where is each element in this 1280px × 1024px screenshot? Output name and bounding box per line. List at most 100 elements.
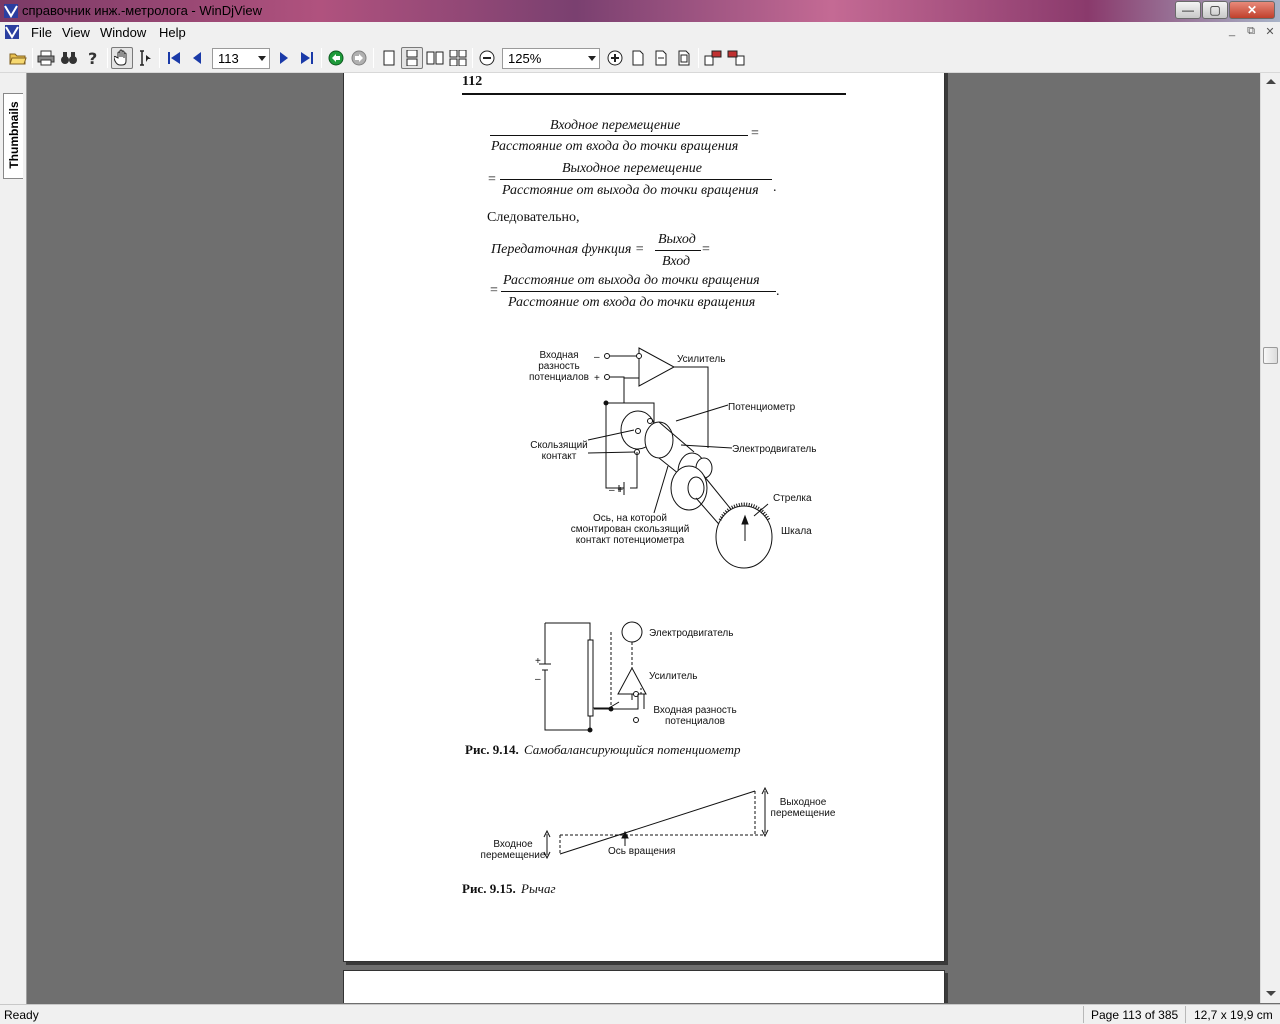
single-page-icon [383,50,395,66]
continuous-facing-button[interactable] [447,47,469,69]
status-page: Page 113 of 385 [1091,1008,1179,1022]
caption-text: Рычаг [521,881,556,896]
label-battery-plus: + [535,656,541,667]
document-icon[interactable] [4,24,20,40]
find-button[interactable] [58,47,80,69]
minimize-button[interactable]: — [1175,1,1201,19]
print-button[interactable] [35,47,57,69]
status-text: Ready [4,1008,39,1022]
label-potentiometer: Потенциометр [728,402,796,413]
toolbar: ? 113 125% [0,42,1280,73]
continuous-facing-icon [449,50,467,66]
menu-file[interactable]: File [31,25,52,40]
last-page-button[interactable] [296,47,318,69]
label-output-displacement: Выходное перемещение [770,797,836,819]
window-title: справочник инж.-метролога - WinDjView [22,3,262,18]
label-battery: – + [609,485,624,496]
menu-view[interactable]: View [62,25,90,40]
label-battery-minus: – [535,674,541,685]
first-page-button[interactable] [163,47,185,69]
label-motor: Электродвигатель [732,444,817,455]
toolbar-separator [159,48,160,68]
label-scale: Шкала [781,526,812,537]
thumbnails-tab-label: Thumbnails [7,101,21,169]
rotate-left-icon [704,50,722,66]
last-page-icon [301,52,313,64]
caption-number: Рис. 9.14. [465,742,519,757]
zoom-out-button[interactable] [476,47,498,69]
rotate-right-button[interactable] [725,47,747,69]
caption-text: Самобалансирующийся потенциометр [524,742,741,757]
hand-tool-button[interactable] [111,47,133,69]
chevron-down-icon [588,56,596,61]
previous-page-icon [193,52,201,64]
hand-icon [114,49,127,66]
toolbar-separator [698,48,699,68]
fit-width-button[interactable] [650,47,672,69]
question-mark-icon: ? [88,49,97,67]
help-button[interactable]: ? [82,47,104,69]
label-input-displacement: Входное перемещение [480,839,546,861]
zoom-combo[interactable]: 125% [502,48,600,69]
menu-help[interactable]: Help [159,25,186,40]
actual-size-button[interactable] [627,47,649,69]
close-button[interactable]: ✕ [1229,1,1275,19]
mdi-minimize-button[interactable]: _ [1224,25,1240,39]
status-divider [1083,1006,1084,1023]
open-folder-icon [9,53,27,65]
next-document-page [343,970,945,1003]
scroll-up-arrow-icon[interactable] [1266,79,1276,84]
label-input-potential-difference: Входная разность потенциалов [528,350,589,383]
zoom-in-icon [607,50,623,66]
label-minus: – [594,352,600,363]
label-amplifier: Усилитель [677,354,726,365]
fit-width-icon [655,50,667,66]
printer-icon [37,50,55,66]
label-axis: Ось, на которой смонтирован скользящий к… [570,513,690,546]
open-button[interactable] [7,47,29,69]
scrollbar-thumb[interactable] [1263,347,1278,364]
forward-circle-icon [351,50,367,66]
document-page: 112 Входное перемещение Расстояние от вх… [343,73,945,962]
windjview-app-icon [4,4,18,18]
status-page-size: 12,7 x 19,9 cm [1194,1008,1273,1022]
next-page-button[interactable] [273,47,295,69]
label-amplifier: Усилитель [649,671,698,682]
menu-window[interactable]: Window [100,25,146,40]
back-circle-icon [328,50,344,66]
document-viewport[interactable]: 112 Входное перемещение Расстояние от вх… [28,73,1260,1003]
zoom-value: 125% [508,51,542,66]
continuous-page-button[interactable] [401,47,423,69]
label-pointer: Стрелка [773,493,812,504]
page-number-input[interactable]: 113 [212,48,270,69]
zoom-in-button[interactable] [604,47,626,69]
sidebar: Thumbnails [0,73,27,1005]
history-forward-button[interactable] [348,47,370,69]
rotate-left-button[interactable] [702,47,724,69]
single-page-button[interactable] [378,47,400,69]
status-divider [1185,1006,1186,1023]
first-page-icon [168,52,180,64]
history-back-button[interactable] [325,47,347,69]
chevron-down-icon [258,56,266,61]
toolbar-separator [373,48,374,68]
vertical-scrollbar[interactable] [1260,73,1280,1003]
toolbar-separator [321,48,322,68]
continuous-pages-icon [406,50,418,66]
facing-pages-icon [426,51,444,65]
toolbar-separator [32,48,33,68]
facing-pages-button[interactable] [424,47,446,69]
menu-bar: File View Window Help _ ⧉ ✕ [0,22,1280,42]
fit-page-button[interactable] [673,47,695,69]
mdi-close-button[interactable]: ✕ [1262,25,1278,39]
previous-page-button[interactable] [186,47,208,69]
label-plus: + [594,373,600,384]
caption-number: Рис. 9.15. [462,881,516,896]
mdi-restore-button[interactable]: ⧉ [1243,25,1259,39]
maximize-button[interactable]: ▢ [1202,1,1228,19]
select-tool-button[interactable] [134,47,156,69]
zoom-out-icon [479,50,495,66]
scroll-down-arrow-icon[interactable] [1266,991,1276,996]
thumbnails-tab[interactable]: Thumbnails [3,93,23,179]
fit-page-icon [678,50,690,66]
